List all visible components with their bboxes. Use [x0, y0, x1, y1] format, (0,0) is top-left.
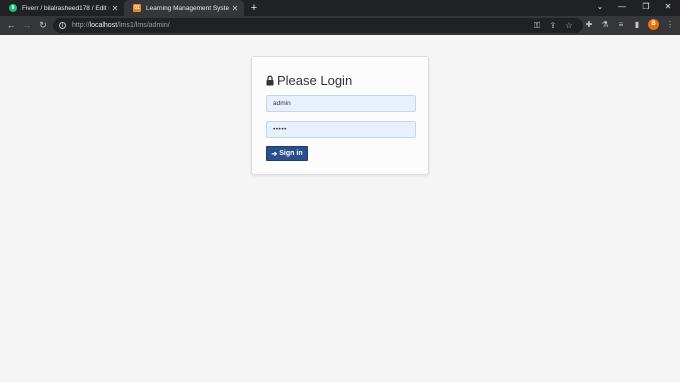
reading-list-icon[interactable]: ≡: [615, 19, 627, 31]
tab-lms[interactable]: 01 Learning Management System ✕: [124, 0, 244, 16]
login-panel: Please Login ➔ Sign in: [251, 56, 429, 175]
reload-icon[interactable]: ↻: [37, 19, 49, 31]
password-field[interactable]: [266, 121, 416, 138]
login-heading: Please Login: [266, 73, 352, 88]
browser-toolbar: ← → ↻ i http://localhost/lms1/lms/admin/…: [0, 16, 680, 35]
fiverr-favicon-icon: fi: [9, 4, 17, 12]
side-panel-icon[interactable]: ▮: [631, 19, 643, 31]
share-icon[interactable]: ⇪: [548, 20, 558, 31]
back-icon[interactable]: ←: [5, 19, 17, 31]
profile-avatar[interactable]: B: [648, 19, 659, 30]
url-path: /lms1/lms/admin/: [117, 22, 170, 29]
new-tab-button[interactable]: +: [248, 1, 260, 15]
tab-search-chevron-icon[interactable]: ⌄: [588, 0, 612, 14]
tab-title: Fiverr / bilalrasheed178 / Edit Gig: [22, 4, 109, 12]
extensions-icon[interactable]: ✚: [583, 19, 595, 31]
url-text[interactable]: http://localhost/lms1/lms/admin/: [72, 22, 170, 29]
menu-kebab-icon[interactable]: ⋮: [664, 19, 676, 31]
username-field[interactable]: [266, 95, 416, 112]
url-host: localhost: [89, 22, 118, 29]
tab-strip: fi Fiverr / bilalrasheed178 / Edit Gig ✕…: [0, 0, 680, 16]
tab-title: Learning Management System: [146, 4, 229, 12]
tab-fiverr[interactable]: fi Fiverr / bilalrasheed178 / Edit Gig ✕: [0, 0, 124, 16]
close-icon[interactable]: ✕: [229, 4, 241, 13]
sign-in-button[interactable]: ➔ Sign in: [266, 146, 308, 161]
forward-icon[interactable]: →: [21, 19, 33, 31]
sign-in-label: Sign in: [279, 150, 303, 157]
address-bar[interactable]: i http://localhost/lms1/lms/admin/ ⚿ ⇪ ☆: [53, 18, 583, 33]
minimize-icon[interactable]: —: [610, 0, 634, 14]
bookmark-star-icon[interactable]: ☆: [564, 20, 574, 31]
restore-icon[interactable]: ❐: [634, 0, 658, 14]
window-close-icon[interactable]: ✕: [656, 0, 680, 14]
lms-favicon-icon: 01: [133, 4, 141, 12]
site-info-icon[interactable]: i: [59, 22, 66, 29]
labs-flask-icon[interactable]: ⚗: [599, 19, 611, 31]
url-scheme: http://: [72, 22, 90, 29]
close-icon[interactable]: ✕: [109, 4, 121, 13]
key-icon[interactable]: ⚿: [532, 20, 542, 31]
login-title: Please Login: [277, 73, 353, 88]
sign-in-icon: ➔: [271, 150, 278, 158]
lock-icon: [266, 75, 274, 87]
